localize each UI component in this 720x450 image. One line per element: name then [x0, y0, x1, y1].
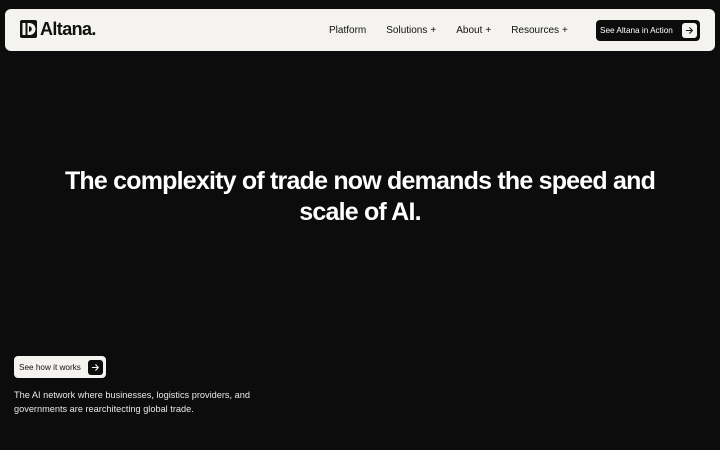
plus-icon: + [485, 24, 492, 36]
nav-item-label: About [456, 24, 483, 36]
top-navbar: Altana. Platform Solutions + About + Resou… [5, 9, 715, 51]
nav-item-platform[interactable]: Platform [329, 25, 366, 36]
see-how-it-works-button[interactable]: See how it works [14, 356, 106, 378]
logo-link[interactable]: Altana. [20, 20, 96, 38]
nav-item-solutions[interactable]: Solutions + [386, 25, 436, 36]
page: Altana. Platform Solutions + About + Resou… [0, 0, 720, 450]
plus-icon: + [562, 24, 568, 36]
hero-headline: The complexity of trade now demands the … [64, 167, 656, 226]
nav-item-about[interactable]: About + [456, 25, 491, 36]
arrow-right-icon [88, 359, 103, 375]
nav-item-label: Platform [329, 24, 367, 36]
nav-item-resources[interactable]: Resources + [511, 25, 568, 36]
nav-item-label: Solutions [386, 24, 428, 36]
plus-icon: + [430, 24, 437, 36]
main-nav: Platform Solutions + About + Resources + [329, 9, 568, 51]
logo-text: Altana. [40, 19, 96, 39]
nav-item-label: Resources [511, 24, 560, 36]
cta-label: See Altana in Action [600, 26, 673, 35]
hero-tagline: The AI network where businesses, logisti… [14, 390, 250, 414]
altana-logo-mark-icon [20, 20, 37, 38]
arrow-right-icon [682, 23, 697, 38]
see-altana-in-action-button[interactable]: See Altana in Action [596, 20, 700, 41]
cta-label: See how it works [19, 362, 81, 372]
